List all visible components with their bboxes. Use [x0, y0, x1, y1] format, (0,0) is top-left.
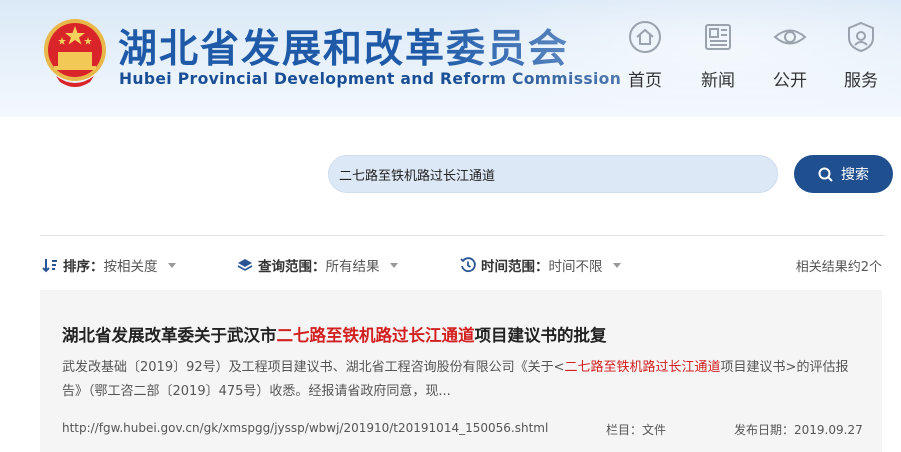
- time-value: 时间不限: [548, 259, 603, 275]
- result-snippet: 武发改基础〔2019〕92号）及工程项目建议书、湖北省工程咨询股份有限公司《关于…: [62, 356, 862, 404]
- sort-value: 按相关度: [103, 259, 158, 275]
- result-title-suffix: 项目建议书的批复: [474, 326, 607, 345]
- search-icon: [818, 167, 833, 182]
- nav-service-label: 服务: [844, 71, 878, 91]
- site-title: 湖北省发展和改革委员会: [118, 27, 570, 72]
- result-count: 相关结果约2个: [795, 260, 882, 275]
- result-title-prefix: 湖北省发展改革委关于武汉市: [62, 326, 277, 345]
- chevron-down-icon: [167, 262, 176, 268]
- search-button[interactable]: 搜索: [794, 155, 893, 193]
- search-input[interactable]: [339, 166, 759, 182]
- nav-news[interactable]: 新闻: [688, 20, 748, 91]
- result-url[interactable]: http://fgw.hubei.gov.cn/gk/xmspgg/jyssp/…: [62, 421, 548, 435]
- scope-label: 查询范围：: [258, 259, 326, 275]
- snippet-highlight: 二七路至铁机路过长江通道: [564, 360, 721, 375]
- search-box: [328, 155, 778, 193]
- snippet-part1: 武发改基础〔2019〕92号）及工程项目建议书、湖北省工程咨询股份有限公司《关于…: [62, 360, 565, 375]
- nav-home[interactable]: 首页: [615, 20, 675, 91]
- nav-public-label: 公开: [773, 71, 807, 91]
- result-column: 栏目：文件: [606, 423, 667, 437]
- result-date: 发布日期：2019.09.27: [734, 423, 863, 437]
- home-icon: [628, 20, 662, 54]
- sort-label: 排序：: [63, 259, 104, 275]
- clock-icon: [460, 257, 476, 273]
- nav-news-label: 新闻: [701, 71, 735, 91]
- national-emblem-icon: [42, 16, 108, 90]
- time-filter[interactable]: 时间范围： 时间不限: [460, 255, 621, 275]
- nav-service[interactable]: 服务: [831, 20, 891, 91]
- result-title-highlight: 二七路至铁机路过长江通道: [276, 326, 475, 345]
- scope-value: 所有结果: [325, 259, 380, 275]
- chevron-down-icon: [612, 262, 621, 268]
- search-result-item: 湖北省发展改革委关于武汉市二七路至铁机路过长江通道项目建议书的批复 武发改基础〔…: [40, 290, 882, 452]
- layers-icon: [237, 258, 253, 271]
- sort-filter[interactable]: 排序： 按相关度: [42, 255, 176, 275]
- nav-home-label: 首页: [628, 71, 662, 91]
- sort-icon: [42, 258, 57, 272]
- search-button-label: 搜索: [841, 167, 869, 183]
- chevron-down-icon: [389, 262, 398, 268]
- site-subtitle: Hubei Provincial Development and Reform …: [119, 70, 622, 88]
- time-label: 时间范围：: [481, 259, 549, 275]
- eye-icon: [773, 20, 807, 54]
- site-header: 湖北省发展和改革委员会 Hubei Provincial Development…: [0, 0, 901, 117]
- result-title-link[interactable]: 湖北省发展改革委关于武汉市二七路至铁机路过长江通道项目建议书的批复: [62, 322, 607, 346]
- nav-public[interactable]: 公开: [760, 20, 820, 91]
- filter-bar: 排序： 按相关度 查询范围： 所有结果 时间范围： 时间不限 相关结果约2个: [40, 235, 885, 285]
- news-icon: [701, 20, 735, 54]
- scope-filter[interactable]: 查询范围： 所有结果: [237, 255, 398, 275]
- service-icon: [844, 20, 878, 54]
